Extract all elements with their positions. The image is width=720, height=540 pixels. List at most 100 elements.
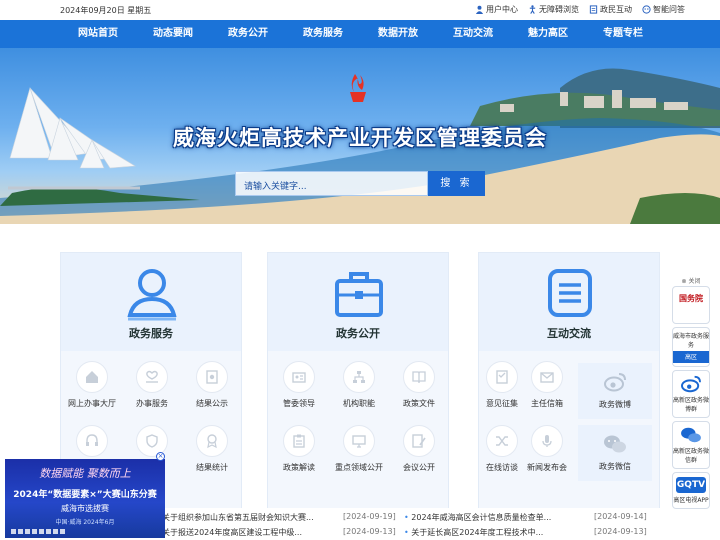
functions-link[interactable]: 机构职能 [331, 361, 387, 409]
gov-open-title: 政务公开 [336, 327, 380, 340]
gov-wechat-tile[interactable]: 政务微信 [578, 425, 652, 481]
contest-popup-ad[interactable]: 数据赋能 聚数而上 2024年“数据要素×”大赛山东分赛 威海市选拔赛 中国·威… [5, 459, 165, 538]
shield-icon [146, 434, 158, 448]
tv-app-label: 高区电视APP [673, 497, 709, 504]
news-title: 2024年威海高区会计信息质量检查单... [411, 513, 552, 522]
checklist-icon [496, 370, 508, 384]
news-date: [2024-09-14] [594, 512, 647, 521]
service-link[interactable]: 办事服务 [124, 361, 180, 409]
result-stats-label: 结果统计 [196, 463, 228, 472]
search-input[interactable]: 请输入关键字... [235, 171, 428, 196]
weibo-group-label: 高新区政务微博群 [673, 397, 710, 413]
leaders-link[interactable]: 管委领导 [271, 361, 327, 409]
home-icon [86, 371, 98, 383]
wechat-group-link[interactable]: 高新区政务微信群 [672, 421, 710, 469]
date-text: 2024年09月20日 星期五 [60, 6, 152, 15]
press-conference-link[interactable]: 新闻发布会 [519, 425, 575, 473]
user-center-link[interactable]: 用户中心 [475, 4, 518, 15]
site-title: 威海火炬高技术产业开发区管理委员会 [173, 126, 547, 150]
nav-special-topics[interactable]: 专题专栏 [588, 20, 658, 48]
popup-city: 威海市选拔赛 [61, 504, 109, 513]
key-areas-label: 重点领域公开 [335, 463, 383, 472]
evaluation-link[interactable] [124, 425, 180, 462]
news-item[interactable]: • 2024年威海高区会计信息质量检查单... [404, 512, 551, 526]
gov-weibo-tile[interactable]: 政务微博 [578, 363, 652, 419]
leaders-label: 管委领导 [283, 399, 315, 408]
accessibility-link[interactable]: 无障碍浏览 [528, 4, 579, 15]
result-stats-link[interactable]: 结果统计 [184, 425, 240, 473]
nav-open-data[interactable]: 数据开放 [363, 20, 433, 48]
gov-weibo-label: 政务微博 [599, 400, 631, 409]
page-root: 2024年09月20日 星期五 用户中心 无障碍浏览 政民互动 智能问答 网站首… [0, 0, 720, 540]
medal-icon [207, 434, 217, 449]
gov-services-header[interactable]: 政务服务 [61, 253, 241, 351]
weihai-gov-service-app[interactable]: 威海市政务服务 高区 [672, 327, 710, 367]
state-council-app[interactable]: 国务院 [672, 286, 710, 324]
policy-interpretation-label: 政策解读 [283, 463, 315, 472]
functions-label: 机构职能 [343, 399, 375, 408]
nav-charm-district[interactable]: 魅力高区 [513, 20, 583, 48]
news-title: 关于组织参加山东省第五届财会知识大赛... [162, 513, 314, 522]
result-notice-label: 结果公示 [196, 399, 228, 408]
popup-pattern [11, 529, 65, 534]
press-conference-label: 新闻发布会 [527, 463, 567, 472]
news-date: [2024-09-19] [343, 512, 396, 521]
news-list: 关于组织参加山东省第五届财会知识大赛... [2024-09-19] 关于报送2… [160, 508, 660, 540]
result-notice-link[interactable]: 结果公示 [184, 361, 240, 409]
service-label: 办事服务 [136, 399, 168, 408]
news-item[interactable]: 关于报送2024年度高区建设工程中级... [162, 527, 302, 540]
popup-slogan: 数据赋能 聚数而上 [39, 467, 131, 480]
interaction-title: 互动交流 [547, 327, 591, 340]
gov-open-card: 政务公开 管委领导 机构职能 政策文件 政策解读 重点领域公开 会议公开 [267, 252, 449, 537]
clipboard-icon [293, 434, 305, 448]
smart-qa-link[interactable]: 智能问答 [642, 4, 685, 15]
news-item[interactable]: 关于组织参加山东省第五届财会知识大赛... [162, 512, 314, 526]
wechat-icon [681, 427, 701, 443]
news-item[interactable]: • 关于延长高区2024年度工程技术中... [404, 527, 543, 540]
meetings-link[interactable]: 会议公开 [391, 425, 447, 473]
org-chart-icon [353, 371, 365, 383]
gqtv-logo: GQTV [676, 477, 706, 493]
document-stamp-icon [206, 370, 218, 384]
popup-close-icon[interactable]: × [156, 452, 165, 461]
nav-interaction[interactable]: 互动交流 [438, 20, 508, 48]
gov-open-header[interactable]: 政务公开 [268, 253, 448, 351]
search-button[interactable]: 搜 索 [428, 171, 485, 196]
director-mailbox-link[interactable]: 主任信箱 [519, 361, 575, 409]
gov-services-title: 政务服务 [129, 327, 173, 340]
tv-app-link[interactable]: GQTV 高区电视APP [672, 472, 710, 509]
hand-heart-icon [146, 370, 158, 383]
customer-service-link[interactable] [64, 425, 120, 462]
nav-gov-services[interactable]: 政务服务 [288, 20, 358, 48]
sidebar-close-button[interactable]: ⊗ 关闭 [670, 276, 712, 286]
wechat-icon [604, 435, 626, 453]
smart-qa-label: 智能问答 [653, 5, 685, 14]
weibo-icon [604, 373, 626, 392]
popup-date: 中国·威海 2024年6月 [55, 519, 115, 526]
shuffle-icon [496, 436, 508, 446]
policy-interpretation-link[interactable]: 政策解读 [271, 425, 327, 473]
torch-logo-icon [350, 74, 366, 102]
interaction-header[interactable]: 互动交流 [479, 253, 659, 351]
policy-docs-label: 政策文件 [403, 399, 435, 408]
top-bar: 2024年09月20日 星期五 用户中心 无障碍浏览 政民互动 智能问答 [0, 0, 720, 20]
main-nav: 网站首页 动态要闻 政务公开 政务服务 数据开放 互动交流 魅力高区 专题专栏 [0, 20, 720, 48]
edit-doc-icon [412, 434, 426, 448]
right-float-sidebar: ⊗ 关闭 国务院 威海市政务服务 高区 高新区政务微博群 高新区政务微信群 GQ… [670, 276, 712, 512]
policy-docs-link[interactable]: 政策文件 [391, 361, 447, 409]
nav-home[interactable]: 网站首页 [63, 20, 133, 48]
top-links: 用户中心 无障碍浏览 政民互动 智能问答 [475, 4, 685, 15]
key-areas-link[interactable]: 重点领域公开 [331, 425, 387, 473]
gov-interaction-link[interactable]: 政民互动 [589, 4, 632, 15]
mail-icon [540, 372, 554, 383]
nav-gov-affairs-open[interactable]: 政务公开 [213, 20, 283, 48]
online-hall-link[interactable]: 网上办事大厅 [64, 361, 120, 409]
news-date: [2024-09-13] [594, 527, 647, 536]
gov-interaction-label: 政民互动 [600, 5, 632, 14]
weibo-group-link[interactable]: 高新区政务微博群 [672, 370, 710, 418]
user-icon [475, 5, 484, 14]
book-icon [412, 371, 426, 384]
nav-news[interactable]: 动态要闻 [138, 20, 208, 48]
accessibility-label: 无障碍浏览 [539, 5, 579, 14]
state-council-label: 国务院 [679, 294, 703, 303]
